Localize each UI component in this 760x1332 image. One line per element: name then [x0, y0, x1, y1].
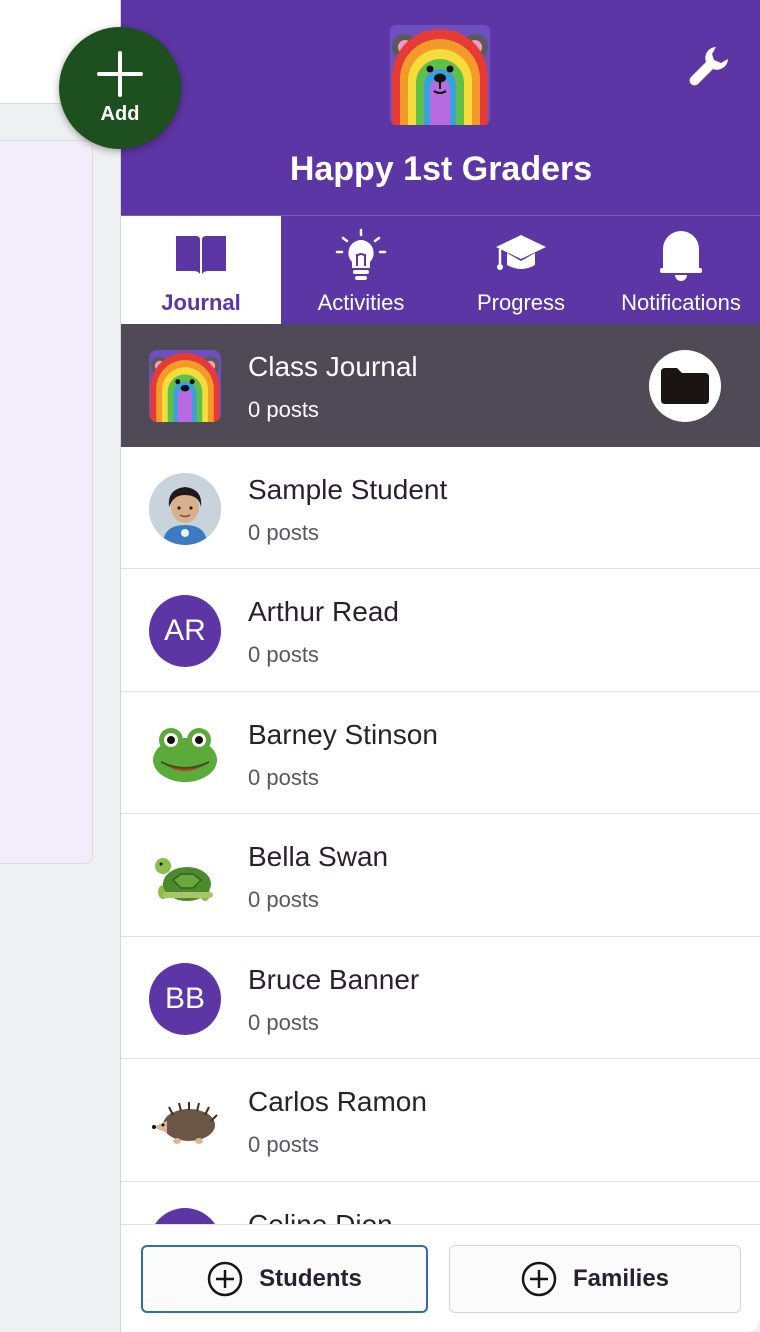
- settings-button[interactable]: [681, 40, 737, 92]
- add-button[interactable]: Add: [59, 27, 181, 149]
- student-name: Celine Dion: [248, 1208, 393, 1225]
- wrench-icon: [689, 47, 728, 86]
- plus-icon: [97, 50, 143, 97]
- student-row[interactable]: Barney Stinson 0 posts: [121, 691, 760, 814]
- tab-bar: Journal Activities Progress Notification…: [121, 215, 760, 324]
- rainbow-bear-icon: [149, 350, 221, 422]
- initials-avatar: BB: [149, 962, 221, 1035]
- background-content-card: [0, 140, 93, 864]
- student-posts: 0 posts: [248, 1009, 319, 1035]
- background-app: [0, 0, 120, 1332]
- student-name: Carlos Ramon: [248, 1086, 427, 1117]
- folder-button[interactable]: [649, 350, 721, 422]
- book-icon: [176, 236, 226, 274]
- class-journal-name: Class Journal: [248, 351, 418, 382]
- lightbulb-icon: [335, 228, 387, 280]
- initials-avatar: [149, 1207, 221, 1224]
- student-row[interactable]: BB Bruce Banner 0 posts: [121, 936, 760, 1059]
- student-row[interactable]: AR Arthur Read 0 posts: [121, 569, 760, 692]
- tab-journal-label: Journal: [161, 290, 241, 315]
- turtle-avatar-icon: [149, 840, 221, 912]
- rainbow-bear-icon: [390, 25, 490, 125]
- hedgehog-avatar-icon: [149, 1085, 221, 1157]
- graduation-cap-icon: [496, 235, 546, 270]
- student-name: Bruce Banner: [248, 963, 420, 995]
- tab-notifications[interactable]: Notifications: [601, 216, 760, 324]
- tab-progress-label: Progress: [476, 290, 566, 315]
- student-posts: 0 posts: [248, 887, 319, 912]
- tab-progress[interactable]: Progress: [441, 216, 601, 324]
- tab-activities-label: Activities: [317, 290, 405, 315]
- person-avatar-icon: [149, 472, 221, 545]
- bell-icon: [660, 231, 702, 281]
- student-name: Sample Student: [248, 473, 448, 505]
- add-students-button[interactable]: Students: [141, 1245, 428, 1313]
- tab-activities[interactable]: Activities: [281, 216, 441, 324]
- footer-actions: Students Families: [121, 1224, 760, 1332]
- add-families-button[interactable]: Families: [449, 1245, 741, 1313]
- student-row[interactable]: Carlos Ramon 0 posts: [121, 1059, 760, 1182]
- class-avatar[interactable]: [390, 25, 490, 125]
- tab-notifications-label: Notifications: [621, 290, 741, 315]
- plus-circle-icon: [207, 1261, 243, 1297]
- student-row[interactable]: Bella Swan 0 posts: [121, 814, 760, 937]
- student-name: Bella Swan: [248, 841, 389, 872]
- class-journal-posts: 0 posts: [248, 397, 319, 422]
- journal-list: Class Journal 0 posts Sample Student 0 p…: [121, 324, 760, 1224]
- initials-avatar: AR: [149, 595, 221, 667]
- plus-circle-icon: [521, 1261, 557, 1297]
- frog-avatar-icon: [149, 718, 221, 790]
- student-posts: 0 posts: [248, 519, 319, 545]
- class-header: Happy 1st Graders: [121, 0, 760, 215]
- tab-journal[interactable]: Journal: [121, 216, 281, 324]
- student-row[interactable]: Celine Dion: [121, 1181, 760, 1225]
- student-posts: 0 posts: [248, 642, 319, 667]
- add-button-label: Add: [100, 102, 140, 125]
- class-panel: Happy 1st Graders Journal Activities Pro…: [120, 0, 760, 1332]
- student-posts: 0 posts: [248, 1132, 319, 1157]
- student-name: Arthur Read: [248, 596, 399, 627]
- student-name: Barney Stinson: [248, 718, 438, 750]
- add-students-label: Students: [259, 1265, 362, 1292]
- class-journal-avatar: [149, 350, 221, 422]
- class-title: Happy 1st Graders: [289, 150, 593, 188]
- add-families-label: Families: [572, 1265, 670, 1292]
- folder-icon: [661, 368, 709, 404]
- student-row[interactable]: Sample Student 0 posts: [121, 446, 760, 569]
- class-journal-row[interactable]: Class Journal 0 posts: [121, 324, 760, 447]
- student-posts: 0 posts: [248, 764, 319, 790]
